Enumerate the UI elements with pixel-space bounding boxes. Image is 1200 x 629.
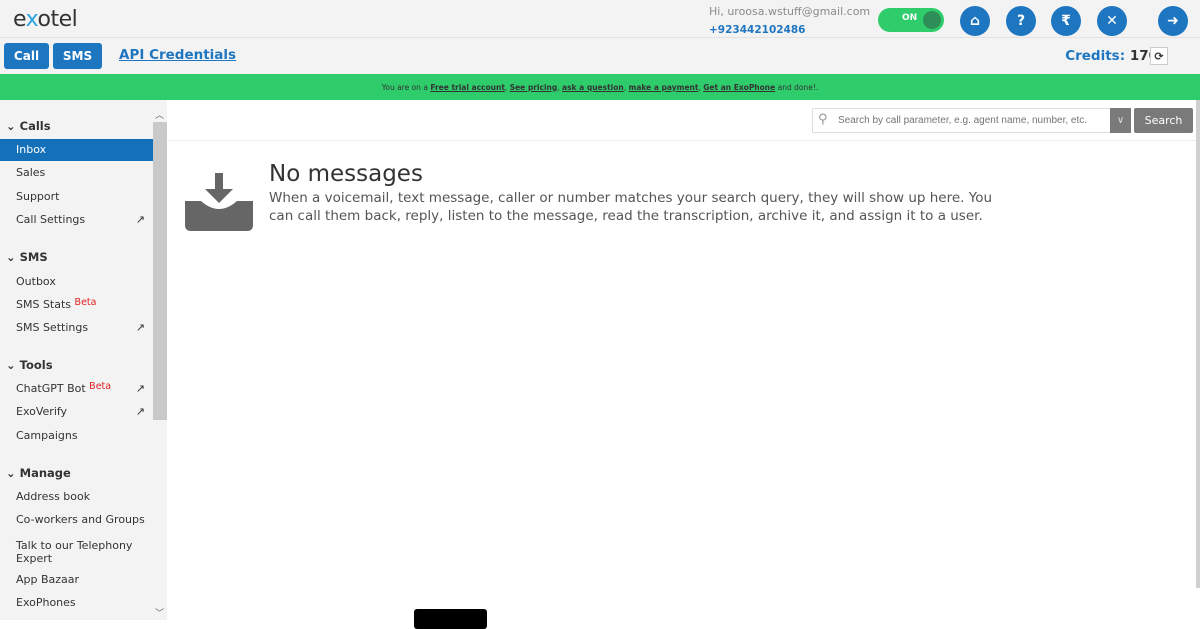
- sidebar-item-sms-stats[interactable]: SMS Stats Beta: [0, 294, 153, 316]
- search-button[interactable]: Search: [1134, 108, 1193, 133]
- sidebar-item-exoverify[interactable]: ExoVerify ↗: [0, 401, 153, 423]
- logout-icon: ➜: [1167, 13, 1179, 29]
- support-chat-button[interactable]: [414, 609, 487, 629]
- api-credentials-link[interactable]: API Credentials: [119, 47, 236, 63]
- inbox-download-icon: [185, 173, 253, 235]
- chevron-down-icon: ∨: [1116, 115, 1125, 126]
- sidebar-item-coworkers[interactable]: Co-workers and Groups: [0, 509, 153, 531]
- sidebar-item-address-book[interactable]: Address book: [0, 486, 153, 508]
- help-icon: ?: [1016, 13, 1026, 29]
- sidebar-item-support[interactable]: Support: [0, 186, 153, 208]
- see-pricing-link[interactable]: See pricing: [510, 83, 558, 92]
- sidebar-item-sms-settings[interactable]: SMS Settings ↗: [0, 317, 153, 339]
- sidebar-item-chatgpt-bot[interactable]: ChatGPT Bot Beta ↗: [0, 378, 153, 400]
- sidebar: ⌄ Calls Inbox Sales Support Call Setting…: [0, 100, 167, 620]
- beta-badge: Beta: [89, 381, 112, 392]
- page-scrollbar[interactable]: [1196, 100, 1200, 588]
- sidebar-item-call-settings[interactable]: Call Settings ↗: [0, 209, 153, 231]
- toggle-knob: [923, 11, 941, 29]
- beta-badge: Beta: [74, 297, 97, 308]
- sidebar-scroll-thumb[interactable]: [153, 122, 167, 420]
- empty-state-description: When a voicemail, text message, caller o…: [269, 190, 993, 224]
- help-button[interactable]: ?: [1006, 6, 1036, 36]
- search-field[interactable]: ⚲: [812, 108, 1112, 133]
- section-calls[interactable]: ⌄ Calls: [6, 119, 51, 133]
- logout-button[interactable]: ➜: [1158, 6, 1188, 36]
- user-info: Hi, uroosa.wstuff@gmail.com +92344210248…: [709, 3, 870, 39]
- ask-question-link[interactable]: ask a question: [562, 83, 624, 92]
- home-icon: ⌂: [969, 13, 981, 29]
- sidebar-item-campaigns[interactable]: Campaigns: [0, 425, 153, 447]
- external-link-icon: ↗: [135, 321, 145, 334]
- refresh-credits-button[interactable]: ⟳: [1150, 47, 1168, 65]
- user-greeting: Hi, uroosa.wstuff@gmail.com: [709, 5, 871, 18]
- external-link-icon: ↗: [135, 382, 145, 395]
- user-phone: +923442102486: [709, 24, 806, 36]
- scroll-down-icon[interactable]: ﹀: [155, 606, 164, 619]
- free-trial-link[interactable]: Free trial account: [430, 83, 505, 92]
- availability-toggle[interactable]: ON: [878, 8, 944, 32]
- exotel-logo[interactable]: exotel: [13, 7, 78, 32]
- refresh-icon: ⟳: [1154, 49, 1164, 63]
- sidebar-item-app-bazaar[interactable]: App Bazaar: [0, 569, 153, 591]
- scroll-up-icon[interactable]: ︿: [155, 108, 164, 121]
- make-payment-link[interactable]: make a payment: [629, 83, 699, 92]
- credits-display: Credits: 170: [1065, 48, 1158, 64]
- external-link-icon: ↗: [135, 405, 145, 418]
- section-tools[interactable]: ⌄ Tools: [6, 358, 53, 372]
- call-button[interactable]: Call: [4, 43, 49, 69]
- search-input[interactable]: [838, 111, 1106, 130]
- external-link-icon: ↗: [135, 213, 145, 226]
- empty-state-title: No messages: [269, 161, 423, 187]
- section-manage[interactable]: ⌄ Manage: [6, 466, 71, 480]
- sidebar-item-telephony-expert[interactable]: Talk to our Telephony Expert: [0, 537, 153, 567]
- toolbar: Call SMS API Credentials Credits: 170 ⟳: [0, 38, 1200, 74]
- sidebar-item-outbox[interactable]: Outbox: [0, 271, 153, 293]
- payment-button[interactable]: ₹: [1051, 6, 1081, 36]
- tools-icon: ✕: [1106, 13, 1118, 29]
- sidebar-item-sales[interactable]: Sales: [0, 162, 153, 184]
- sidebar-item-exophones[interactable]: ExoPhones: [0, 592, 153, 614]
- get-exophone-link[interactable]: Get an ExoPhone: [703, 83, 775, 92]
- top-header: exotel Hi, uroosa.wstuff@gmail.com +9234…: [0, 0, 1200, 38]
- tools-button[interactable]: ✕: [1097, 6, 1127, 36]
- rupee-icon: ₹: [1061, 13, 1071, 29]
- trial-banner: You are on a Free trial account, See pri…: [0, 74, 1200, 100]
- section-sms[interactable]: ⌄ SMS: [6, 250, 48, 264]
- sidebar-scrollbar[interactable]: ︿ ﹀: [153, 100, 167, 620]
- toggle-label: ON: [902, 13, 918, 23]
- search-icon: ⚲: [818, 112, 828, 127]
- sidebar-item-inbox[interactable]: Inbox: [0, 139, 153, 161]
- sms-button[interactable]: SMS: [53, 43, 102, 69]
- home-button[interactable]: ⌂: [960, 6, 990, 36]
- search-options-dropdown[interactable]: ∨: [1110, 108, 1131, 133]
